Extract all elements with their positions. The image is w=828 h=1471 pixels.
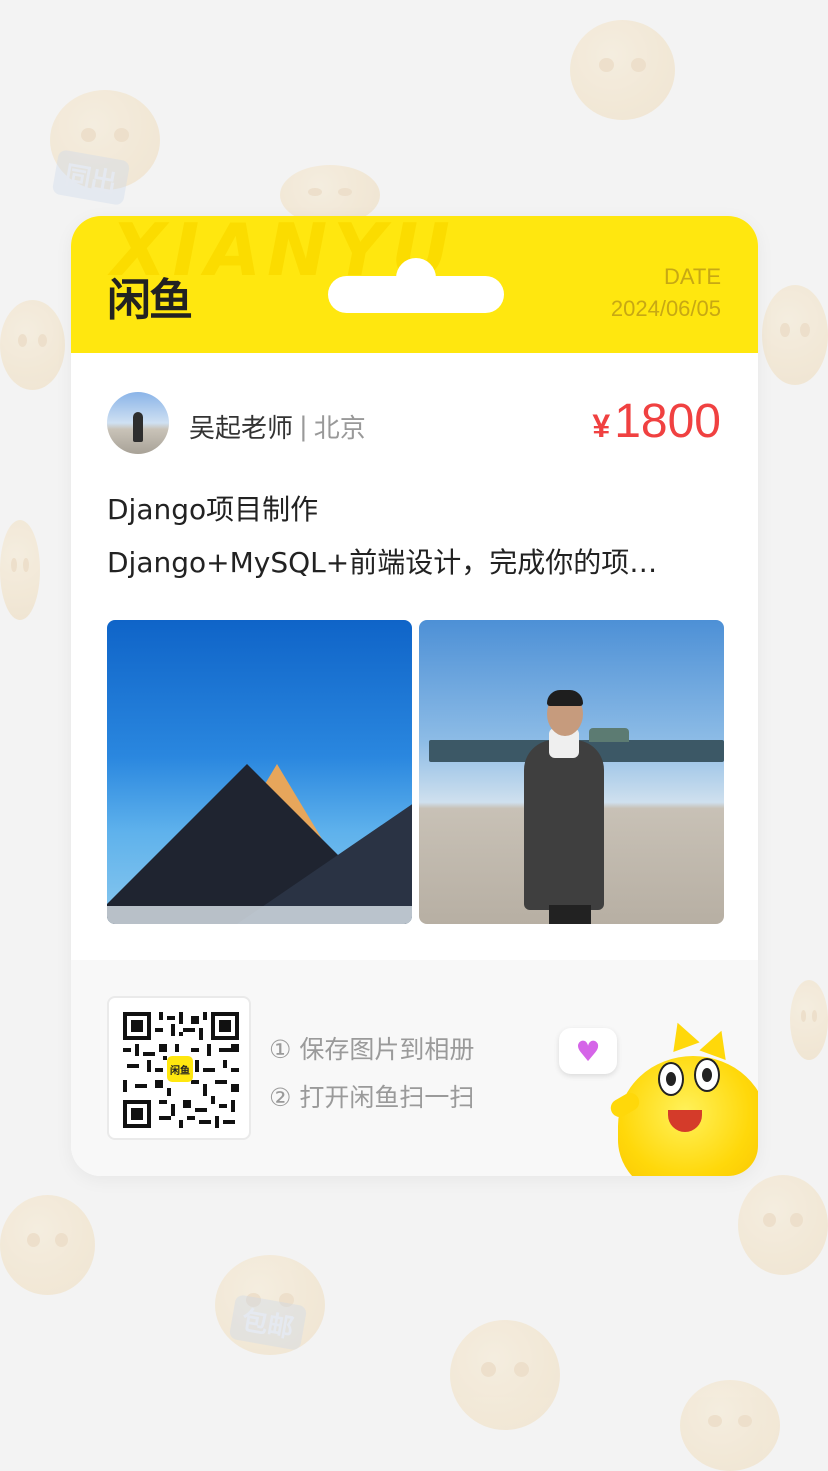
- header-notch: [328, 276, 504, 313]
- mountain-right-shape: [237, 794, 412, 924]
- mascot-spike: [699, 1025, 735, 1061]
- bg-emoji-decoration: [680, 1380, 780, 1471]
- bg-emoji-decoration: [0, 1195, 95, 1295]
- person-hair: [547, 690, 583, 706]
- mascot-eye: [658, 1062, 684, 1096]
- bg-emoji-decoration: [0, 520, 40, 620]
- item-photo-mountain[interactable]: [107, 620, 412, 924]
- mascot-eye: [694, 1058, 720, 1092]
- snow-ground: [107, 906, 412, 924]
- seller-separator: |: [299, 411, 308, 442]
- price-amount: 1800: [614, 395, 721, 448]
- item-title[interactable]: Django项目制作: [107, 488, 727, 528]
- price: ¥ 1800: [592, 394, 721, 449]
- person-coat: [524, 740, 604, 910]
- seller-name[interactable]: 吴起老师: [189, 408, 293, 445]
- mascot-icon: [598, 1017, 758, 1176]
- date-label: DATE: [663, 264, 721, 289]
- card-header: XIANYU 闲鱼 DATE 2024/06/05: [71, 216, 758, 353]
- mascot-spike: [664, 1017, 700, 1053]
- person-legs: [549, 905, 591, 924]
- seller-avatar[interactable]: [107, 392, 169, 454]
- item-photo-person[interactable]: [419, 620, 724, 924]
- temple-roof: [589, 728, 629, 742]
- qr-center-logo: 闲鱼: [167, 1056, 193, 1082]
- share-card: XIANYU 闲鱼 DATE 2024/06/05 吴起老师 | 北京 ¥ 18…: [71, 216, 758, 1176]
- seller-location: 北京: [313, 414, 366, 444]
- seller-info[interactable]: 吴起老师 | 北京: [189, 408, 366, 445]
- item-description[interactable]: Django+MySQL+前端设计，完成你的项…: [107, 541, 727, 581]
- avatar-person-figure: [133, 412, 143, 442]
- bg-emoji-decoration: [790, 980, 828, 1060]
- qr-code[interactable]: 闲鱼: [107, 996, 251, 1140]
- bg-emoji-decoration: [738, 1175, 828, 1275]
- bg-emoji-decoration: [0, 300, 65, 390]
- card-footer: 闲鱼 ① 保存图片到相册 ② 打开闲鱼扫一扫 ♥: [71, 960, 758, 1176]
- instruction-step-scan: ② 打开闲鱼扫一扫: [269, 1083, 475, 1112]
- price-currency-symbol: ¥: [592, 408, 611, 444]
- bg-emoji-decoration: [570, 20, 675, 120]
- date-value: 2024/06/05: [610, 296, 721, 321]
- instruction-step-save: ① 保存图片到相册: [269, 1035, 475, 1064]
- bg-emoji-decoration: [762, 285, 828, 385]
- xianyu-logo: 闲鱼: [107, 275, 193, 326]
- bg-emoji-decoration: [450, 1320, 560, 1430]
